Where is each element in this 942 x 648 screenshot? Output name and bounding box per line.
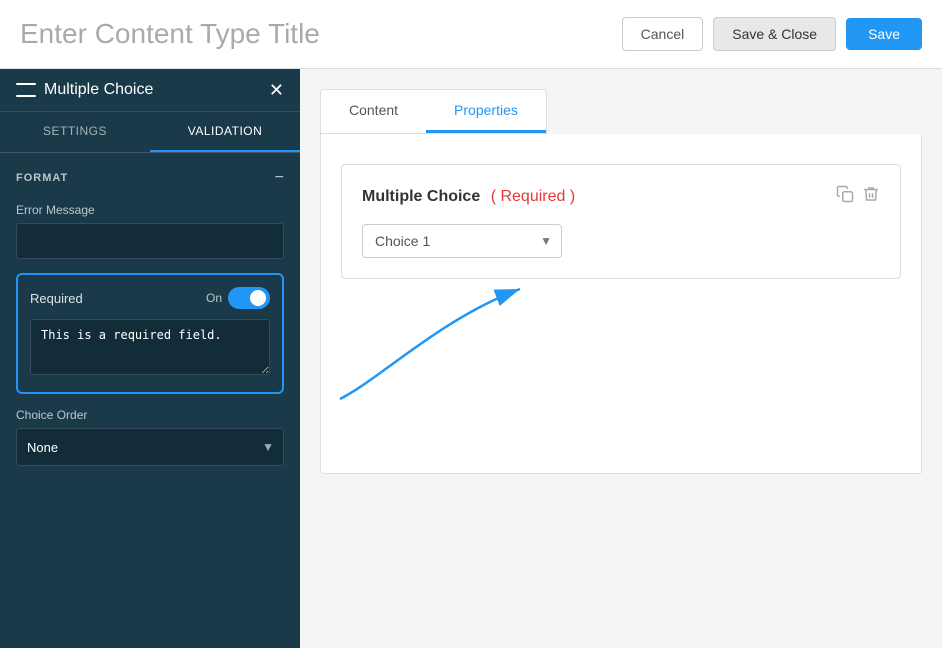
required-row: Required On [30,287,270,309]
format-section-header: FORMAT − [16,169,284,187]
cancel-button[interactable]: Cancel [622,17,704,51]
choice-order-group: Choice Order None Ascending Descending R… [16,408,284,466]
save-button[interactable]: Save [846,18,922,50]
card-title: Multiple Choice ( Required ) [362,188,575,206]
error-message-input[interactable] [16,223,284,259]
error-message-label: Error Message [16,203,284,217]
save-close-button[interactable]: Save & Close [713,17,836,51]
required-section: Required On This is a required field. [16,273,284,394]
sidebar-field-title: Multiple Choice [44,81,153,99]
choice-dropdown-wrapper: Choice 1 Choice 2 Choice 3 ▼ [362,224,562,258]
delete-button[interactable] [862,185,880,208]
sidebar-header: Multiple Choice ✕ [0,69,300,112]
copy-button[interactable] [836,185,854,208]
sidebar-content: FORMAT − Error Message Required On [0,153,300,648]
right-panel-inner: Content Properties Multiple Choice ( Req… [320,89,922,474]
choice-order-select-wrapper: None Ascending Descending Random ▼ [16,428,284,466]
copy-icon [836,185,854,203]
choice-dropdown[interactable]: Choice 1 Choice 2 Choice 3 [362,224,562,258]
panel-content-area: Multiple Choice ( Required ) [320,134,922,474]
annotation-arrow [320,89,922,474]
sidebar-tabs: SETTINGS VALIDATION [0,112,300,153]
tab-validation[interactable]: VALIDATION [150,112,300,152]
header-actions: Cancel Save & Close Save [622,17,922,51]
toggle-row: On [206,287,270,309]
tab-content[interactable]: Content [321,90,426,133]
error-message-group: Error Message [16,203,284,259]
format-section-title: FORMAT [16,172,68,184]
format-collapse-button[interactable]: − [275,169,284,187]
multiple-choice-card: Multiple Choice ( Required ) [341,164,901,279]
right-panel: Content Properties Multiple Choice ( Req… [300,69,942,648]
card-header: Multiple Choice ( Required ) [362,185,880,208]
main-layout: Multiple Choice ✕ SETTINGS VALIDATION FO… [0,69,942,648]
multiple-choice-icon [16,83,36,97]
panel-tabs: Content Properties [320,89,547,134]
sidebar: Multiple Choice ✕ SETTINGS VALIDATION FO… [0,69,300,648]
card-actions [836,185,880,208]
toggle-on-label: On [206,291,222,305]
tab-properties[interactable]: Properties [426,90,546,133]
required-label: Required [30,291,83,306]
sidebar-close-button[interactable]: ✕ [269,81,284,99]
required-toggle[interactable] [228,287,270,309]
required-badge: ( Required ) [491,188,575,205]
choice-order-label: Choice Order [16,408,284,422]
page-title: Enter Content Type Title [20,18,320,50]
tab-settings[interactable]: SETTINGS [0,112,150,152]
sidebar-header-left: Multiple Choice [16,81,153,99]
page-header: Enter Content Type Title Cancel Save & C… [0,0,942,69]
delete-icon [862,185,880,203]
card-title-text: Multiple Choice [362,188,480,205]
required-message-textarea[interactable]: This is a required field. [30,319,270,375]
choice-order-select[interactable]: None Ascending Descending Random [16,428,284,466]
